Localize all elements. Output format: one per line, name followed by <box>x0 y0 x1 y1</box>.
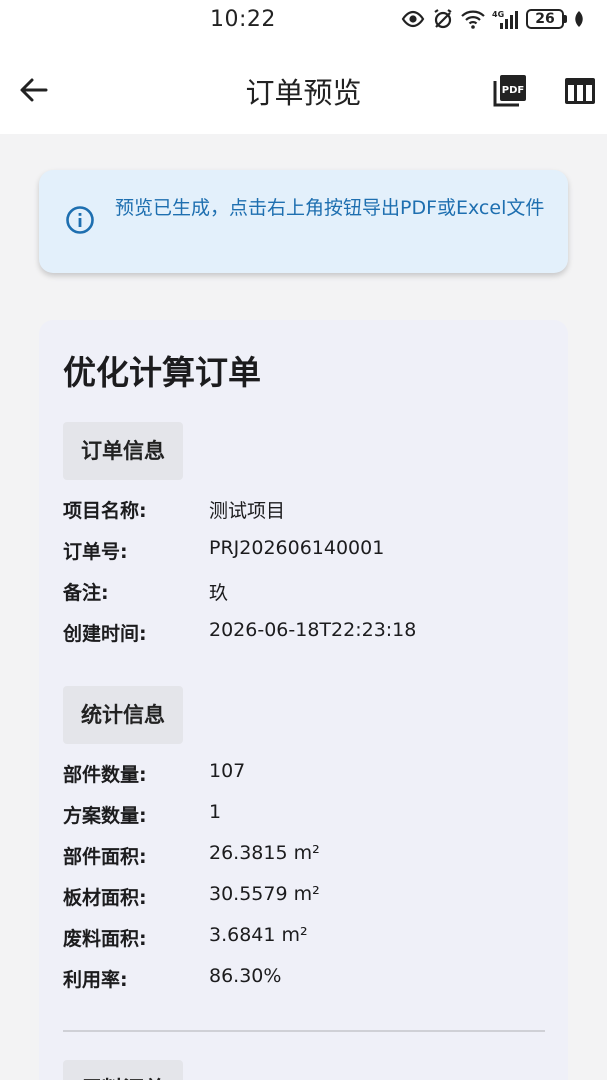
section-divider <box>63 1030 545 1032</box>
field-label: 备注: <box>63 582 109 604</box>
stats-row: 部件面积: 26.3815 m² <box>63 842 543 872</box>
export-excel-button[interactable] <box>560 70 600 110</box>
section-statistics: 统计信息 <box>63 686 183 744</box>
section-order-info: 订单信息 <box>63 422 183 480</box>
field-value: 1 <box>209 801 222 823</box>
field-value: 26.3815 m² <box>209 842 320 864</box>
field-label: 创建时间: <box>63 623 147 645</box>
info-icon <box>66 206 94 234</box>
order-info-row: 备注: 玖 <box>63 578 543 608</box>
leaf-icon <box>573 10 585 28</box>
stats-row: 废料面积: 3.6841 m² <box>63 924 543 954</box>
status-bar: 10:22 4G 26 <box>0 0 607 40</box>
export-pdf-button[interactable]: PDF <box>490 70 530 110</box>
order-title: 优化计算订单 <box>63 353 261 392</box>
field-value: PRJ202606140001 <box>209 537 385 559</box>
info-message: 预览已生成，点击右上角按钮导出PDF或Excel文件 <box>115 197 545 219</box>
svg-text:4G: 4G <box>492 10 504 19</box>
battery-indicator: 26 <box>526 9 567 29</box>
back-arrow-icon <box>20 78 48 102</box>
pdf-icon: PDF <box>493 75 526 107</box>
info-banner: 预览已生成，点击右上角按钮导出PDF或Excel文件 <box>39 170 568 273</box>
stats-row: 方案数量: 1 <box>63 801 543 831</box>
status-icons: 4G 26 <box>400 8 585 30</box>
field-label: 方案数量: <box>63 805 147 827</box>
signal-icon: 4G <box>492 9 520 29</box>
field-label: 项目名称: <box>63 500 147 522</box>
field-value: 3.6841 m² <box>209 924 308 946</box>
app-bar: 订单预览 PDF <box>0 40 607 134</box>
content-area[interactable]: 预览已生成，点击右上角按钮导出PDF或Excel文件 优化计算订单 订单信息 项… <box>0 134 607 1080</box>
alarm-off-icon <box>432 8 454 30</box>
field-value: 测试项目 <box>209 500 286 522</box>
order-info-row: 订单号: PRJ202606140001 <box>63 537 543 567</box>
field-label: 利用率: <box>63 969 128 991</box>
field-value: 2026-06-18T22:23:18 <box>209 619 417 641</box>
wifi-icon <box>460 9 486 29</box>
stats-row: 利用率: 86.30% <box>63 965 543 995</box>
order-info-row: 创建时间: 2026-06-18T22:23:18 <box>63 619 543 649</box>
field-value: 107 <box>209 760 246 782</box>
order-info-row: 项目名称: 测试项目 <box>63 496 543 526</box>
field-label: 板材面积: <box>63 887 147 909</box>
stats-row: 板材面积: 30.5579 m² <box>63 883 543 913</box>
field-label: 部件数量: <box>63 764 147 786</box>
order-card: 优化计算订单 订单信息 项目名称: 测试项目 订单号: PRJ202606140… <box>39 320 568 1080</box>
stats-row: 部件数量: 107 <box>63 760 543 790</box>
field-label: 订单号: <box>63 541 128 563</box>
section-materials-summary: 用料汇总 <box>63 1060 183 1080</box>
svg-text:PDF: PDF <box>502 85 524 96</box>
status-time: 10:22 <box>210 7 276 32</box>
field-value: 30.5579 m² <box>209 883 320 905</box>
field-label: 部件面积: <box>63 846 147 868</box>
eye-icon <box>400 10 426 28</box>
field-label: 废料面积: <box>63 928 147 950</box>
field-value: 玖 <box>209 582 229 604</box>
table-icon <box>565 78 595 104</box>
battery-level: 26 <box>526 9 564 29</box>
back-button[interactable] <box>14 70 54 110</box>
field-value: 86.30% <box>209 965 282 987</box>
